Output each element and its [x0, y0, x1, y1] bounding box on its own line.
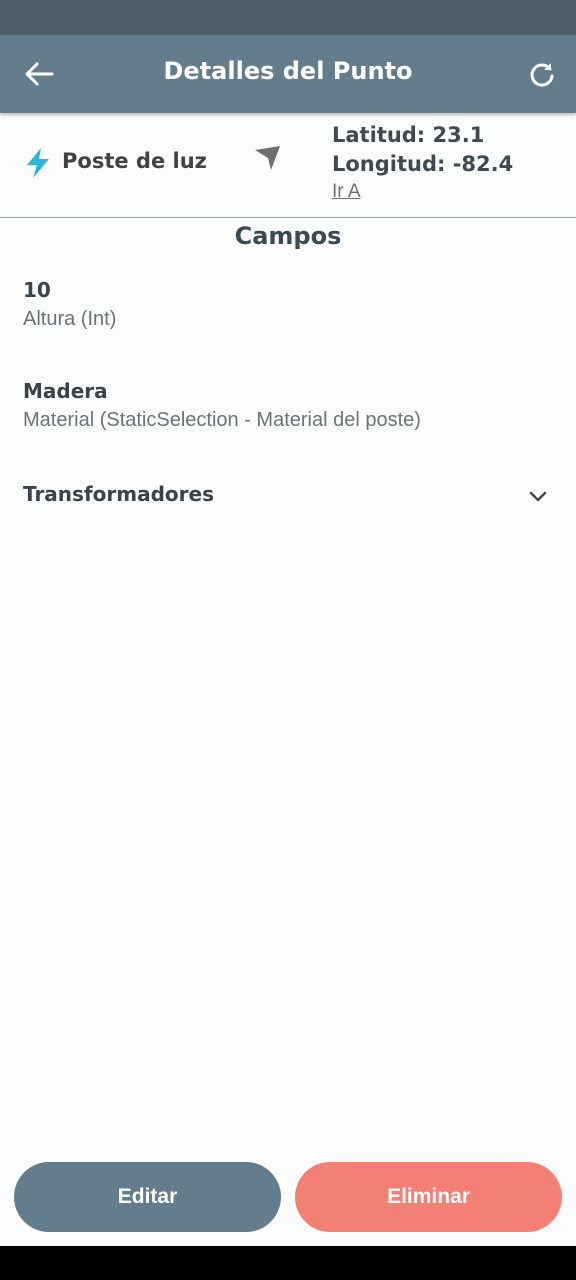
field-label: Material (StaticSelection - Material del…	[23, 409, 421, 431]
field-value: 10	[23, 278, 51, 302]
transformers-expander[interactable]: Transformadores	[0, 476, 576, 520]
point-name: Poste de luz	[62, 149, 207, 173]
page-title: Detalles del Punto	[163, 57, 413, 85]
lightning-bolt-icon	[27, 148, 49, 178]
field-height: 10 Altura (Int)	[23, 278, 116, 331]
delete-button[interactable]: Eliminar	[295, 1162, 562, 1232]
system-nav-bar	[0, 1246, 576, 1280]
field-value: Madera	[23, 379, 108, 403]
latitude: Latitud: 23.1	[332, 123, 485, 147]
edit-button[interactable]: Editar	[14, 1162, 281, 1232]
refresh-icon[interactable]	[528, 60, 556, 88]
field-label: Altura (Int)	[23, 308, 117, 330]
longitude: Longitud: -82.4	[332, 152, 514, 176]
app-bar: Detalles del Punto	[0, 35, 576, 113]
go-to-link[interactable]: Ir A	[332, 179, 513, 205]
navigation-arrow-icon[interactable]	[253, 144, 281, 172]
field-material: Madera Material (StaticSelection - Mater…	[23, 379, 421, 432]
chevron-down-icon	[529, 491, 547, 502]
section-title: Campos	[234, 222, 342, 250]
status-bar	[0, 0, 576, 35]
point-header: Poste de luz Latitud: 23.1 Longitud: -82…	[0, 113, 576, 218]
expander-label: Transformadores	[23, 482, 214, 506]
coordinates: Latitud: 23.1 Longitud: -82.4 Ir A	[332, 121, 513, 205]
